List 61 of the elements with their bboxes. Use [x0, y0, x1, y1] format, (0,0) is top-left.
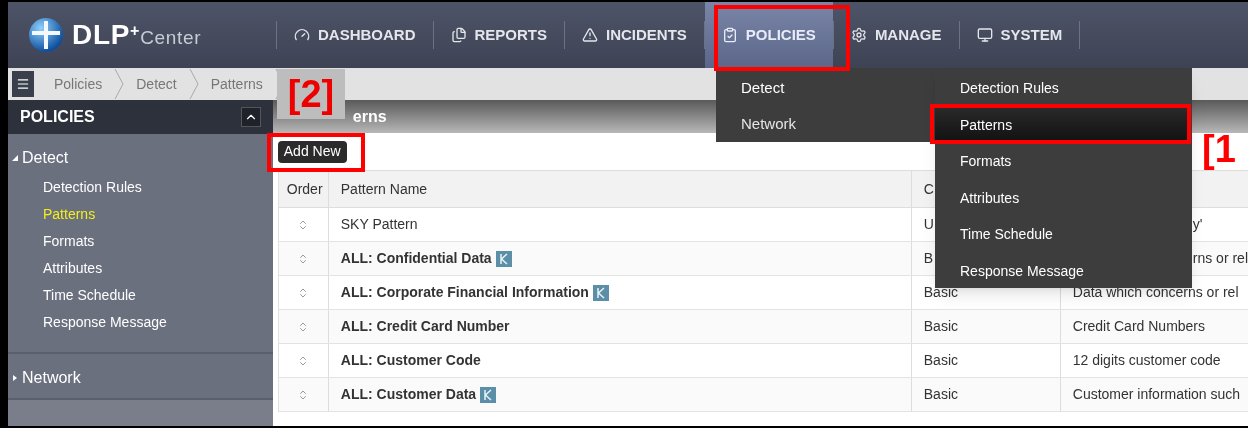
nav-tab[interactable]: SYSTEM — [959, 2, 1080, 68]
table-cell-text: 12 digits customer code — [1072, 351, 1221, 370]
breadcrumb-item[interactable]: Patterns — [198, 73, 275, 95]
triangle-right-icon — [12, 375, 18, 381]
nav-tab[interactable]: REPORTS — [433, 2, 564, 68]
globe-logo-icon — [28, 17, 64, 53]
add-new-button[interactable]: Add New — [277, 140, 347, 163]
keyword-k-icon — [495, 250, 512, 267]
breadcrumb-item[interactable]: Policies — [42, 73, 115, 95]
sidebar-item[interactable]: Attributes — [43, 255, 273, 282]
breadcrumb-item[interactable]: Detect — [124, 73, 189, 95]
nav-tab[interactable]: INCIDENTS — [565, 2, 704, 68]
pattern-name: ALL: Credit Card Number — [340, 317, 510, 336]
sidebar-title: POLICIES — [20, 107, 95, 127]
table-cell-text: rns or rel — [1192, 249, 1248, 268]
monitor-icon — [976, 27, 993, 43]
table-cell-text: Customer information such — [1072, 385, 1241, 404]
pattern-name: SKY Pattern — [340, 215, 418, 234]
menu-item[interactable]: Detection Rules — [935, 70, 1188, 107]
table-cell-text: y' — [1192, 215, 1203, 234]
table-cell-text: Basic — [923, 317, 958, 336]
pattern-name: ALL: Confidential Data — [340, 249, 492, 268]
table-cell-text: Basic — [923, 351, 958, 370]
sidebar-toggle-button[interactable] — [12, 71, 34, 97]
gauge-icon — [294, 27, 310, 43]
sidebar-item[interactable]: Response Message — [43, 309, 273, 336]
clipboard-check-icon — [721, 27, 738, 43]
keyword-k-icon — [592, 284, 609, 301]
nav-tab[interactable]: POLICIES — [704, 2, 833, 68]
documents-icon — [450, 27, 467, 43]
table-cell-text: Credit Card Numbers — [1072, 317, 1206, 336]
column-header: Pattern Name — [328, 171, 912, 207]
callout-label: [1 — [1202, 130, 1236, 168]
chevron-icon — [188, 69, 199, 99]
table-cell-text: Basic — [923, 385, 958, 404]
chevron-icon — [114, 69, 125, 99]
sidebar-item[interactable]: Detection Rules — [43, 174, 273, 201]
page-title: erns — [352, 106, 387, 127]
sidebar-item[interactable]: Patterns — [43, 201, 273, 228]
brand-logo: DLP$^{+}$Center — [72, 18, 202, 52]
warning-icon — [582, 27, 598, 43]
nav-tab[interactable]: DASHBOARD — [277, 2, 433, 68]
sidebar-item[interactable]: Formats — [43, 228, 273, 255]
settings-icon — [850, 27, 867, 43]
nav-tab[interactable]: MANAGE — [833, 2, 959, 68]
collapse-button[interactable] — [240, 107, 261, 127]
menu-section[interactable]: Network — [741, 106, 796, 142]
table-cell-text: B — [923, 249, 934, 268]
menu-icon — [16, 77, 30, 91]
column-header: Order — [278, 171, 329, 207]
pattern-name: ALL: Customer Code — [340, 351, 481, 370]
pattern-name: ALL: Corporate Financial Information — [340, 283, 589, 302]
menu-item[interactable]: Time Schedule — [935, 216, 1188, 253]
table-cell-text: U — [923, 215, 934, 234]
keyword-k-icon — [480, 386, 497, 403]
callout-label: [2] — [277, 69, 345, 119]
pattern-name: ALL: Customer Data — [340, 385, 477, 404]
sidebar-item[interactable]: Time Schedule — [43, 282, 273, 309]
sidebar-group[interactable]: Detect — [8, 134, 273, 170]
menu-section[interactable]: Detect — [741, 70, 785, 106]
triangle-down-icon — [12, 155, 18, 161]
